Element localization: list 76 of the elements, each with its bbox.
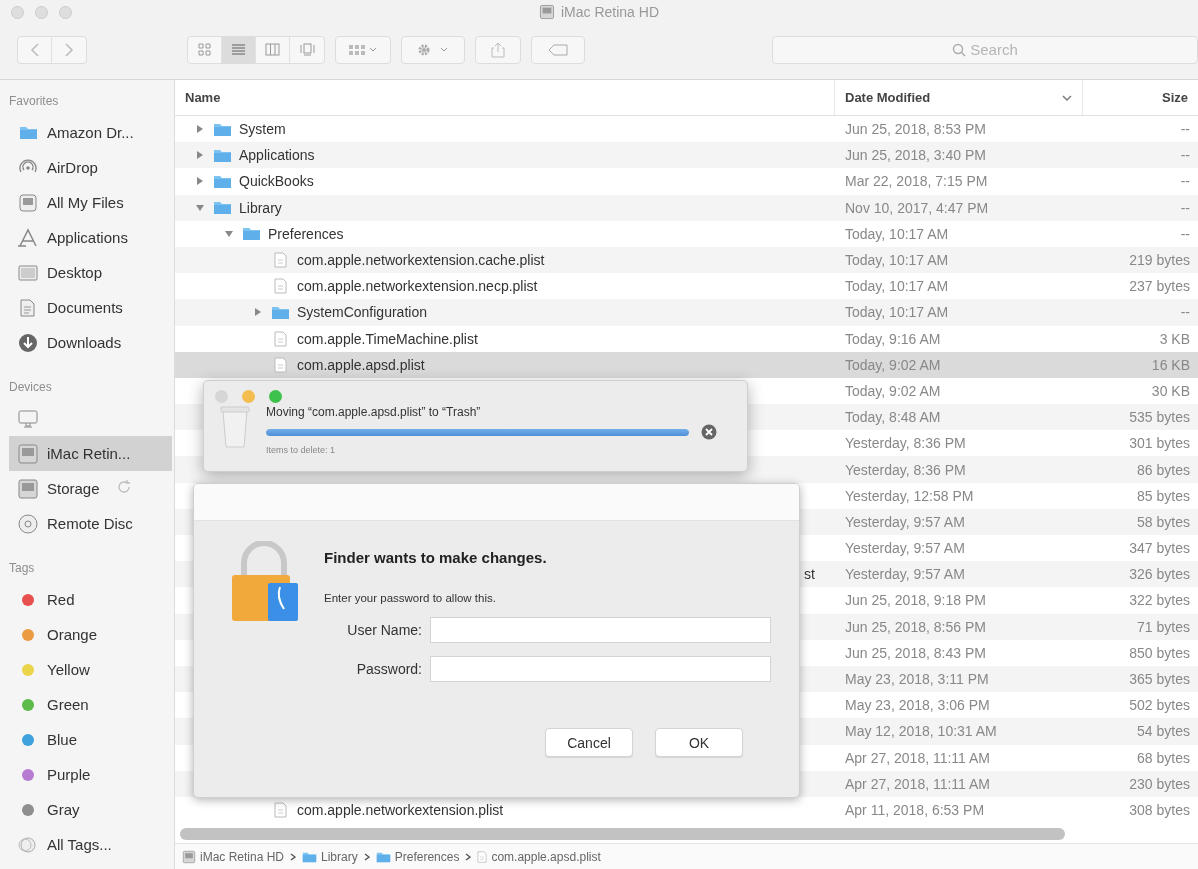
- date-modified: Today, 9:02 AM: [845, 356, 941, 373]
- progress-detail: Items to delete: 1: [266, 445, 337, 455]
- file-size: --: [1180, 147, 1190, 164]
- date-modified: Mar 22, 2018, 7:15 PM: [845, 173, 988, 190]
- progress-message: Moving “com.apple.apsd.plist” to “Trash”: [266, 405, 482, 419]
- file-name: com.apple.apsd.plist: [297, 356, 425, 373]
- file-size: --: [1180, 121, 1190, 138]
- file-size: 58 bytes: [1137, 513, 1190, 530]
- file-size: --: [1180, 173, 1190, 190]
- file-size: 850 bytes: [1129, 644, 1190, 661]
- file-size: 230 bytes: [1129, 775, 1190, 792]
- date-modified: Yesterday, 12:58 PM: [845, 487, 974, 504]
- file-size: 85 bytes: [1137, 487, 1190, 504]
- date-modified: Jun 25, 2018, 9:18 PM: [845, 592, 986, 609]
- date-modified: May 23, 2018, 3:11 PM: [845, 671, 989, 688]
- file-size: 30 KB: [1151, 382, 1190, 399]
- date-modified: Jun 25, 2018, 8:56 PM: [845, 618, 986, 635]
- date-modified: Yesterday, 8:36 PM: [845, 461, 966, 478]
- dialog-message: Enter your password to allow this.: [324, 592, 497, 604]
- file-size: 86 bytes: [1137, 461, 1190, 478]
- file-name: com.apple.TimeMachine.plist: [297, 330, 478, 347]
- sidebar-section-header: Devices: [8, 379, 53, 396]
- file-name: com.apple.networkextension.necp.plist: [297, 278, 538, 295]
- date-modified: Today, 9:16 AM: [845, 330, 941, 347]
- file-name: Library: [239, 199, 282, 216]
- sidebar-section-header: Favorites: [8, 93, 60, 110]
- date-modified: May 23, 2018, 3:06 PM: [845, 697, 990, 714]
- dialog-title: Finder wants to make changes.: [324, 549, 548, 566]
- file-size: 502 bytes: [1129, 697, 1190, 714]
- date-modified: Jun 25, 2018, 8:43 PM: [845, 644, 986, 661]
- file-size: 301 bytes: [1129, 435, 1190, 452]
- date-modified: Today, 8:48 AM: [845, 409, 941, 426]
- file-size: 16 KB: [1151, 356, 1190, 373]
- file-size: 71 bytes: [1137, 618, 1190, 635]
- field-label: User Name:: [346, 622, 422, 638]
- file-size: 3 KB: [1159, 330, 1190, 347]
- file-size: 326 bytes: [1129, 566, 1190, 583]
- date-modified: Yesterday, 9:57 AM: [845, 566, 965, 583]
- date-modified: Yesterday, 9:57 AM: [845, 540, 965, 557]
- date-modified: Jun 25, 2018, 8:53 PM: [845, 121, 986, 138]
- file-size: 54 bytes: [1137, 723, 1190, 740]
- file-size: 219 bytes: [1129, 252, 1190, 269]
- file-size: --: [1180, 225, 1190, 242]
- window-title: iMac Retina HD: [561, 4, 659, 20]
- file-name: com.apple.networkextension.cache.plist: [297, 252, 545, 269]
- file-name: com.apple.networkextension.plist: [297, 801, 504, 818]
- file-size: 365 bytes: [1129, 671, 1190, 688]
- file-name: System: [239, 121, 286, 138]
- date-modified: Yesterday, 9:57 AM: [845, 513, 965, 530]
- file-name: Applications: [239, 147, 315, 164]
- date-modified: Apr 11, 2018, 6:53 PM: [845, 801, 985, 818]
- field-label: Password:: [355, 661, 422, 677]
- file-name: st: [804, 566, 815, 583]
- date-modified: Yesterday, 8:36 PM: [845, 435, 966, 452]
- file-size: --: [1180, 199, 1190, 216]
- file-size: --: [1180, 304, 1190, 321]
- sidebar-section-header: Tags: [8, 560, 36, 577]
- date-modified: Jun 25, 2018, 3:40 PM: [845, 147, 986, 164]
- date-modified: Today, 10:17 AM: [845, 278, 949, 295]
- date-modified: Today, 10:17 AM: [845, 304, 949, 321]
- date-modified: Apr 27, 2018, 11:11 AM: [845, 775, 991, 792]
- file-name: SystemConfiguration: [297, 304, 427, 321]
- file-size: 308 bytes: [1129, 801, 1190, 818]
- date-modified: Today, 10:17 AM: [845, 225, 949, 242]
- date-modified: Today, 9:02 AM: [845, 382, 941, 399]
- file-size: 237 bytes: [1129, 278, 1190, 295]
- date-modified: Today, 10:17 AM: [845, 252, 949, 269]
- file-size: 322 bytes: [1129, 592, 1190, 609]
- date-modified: May 12, 2018, 10:31 AM: [845, 723, 997, 740]
- file-name: Preferences: [268, 225, 344, 242]
- file-size: 347 bytes: [1129, 540, 1190, 557]
- file-size: 68 bytes: [1137, 749, 1190, 766]
- date-modified: Nov 10, 2017, 4:47 PM: [845, 199, 989, 216]
- file-size: 535 bytes: [1129, 409, 1190, 426]
- date-modified: Apr 27, 2018, 11:11 AM: [845, 749, 991, 766]
- file-name: QuickBooks: [239, 173, 314, 190]
